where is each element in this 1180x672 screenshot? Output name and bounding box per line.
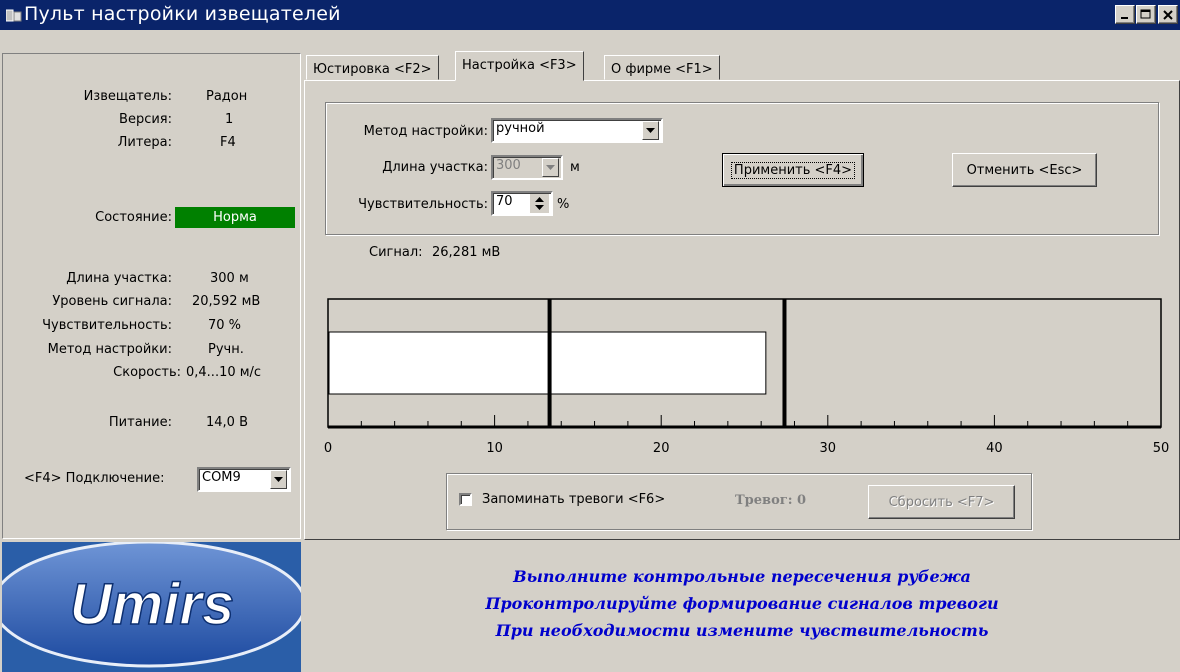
window-title: Пульт настройки извещателей — [24, 3, 341, 25]
signal-label: Сигнал: — [369, 245, 423, 260]
device-value: Радон — [206, 89, 248, 104]
instruction-line-2: Проконтролируйте формирование сигналов т… — [485, 594, 999, 613]
x-tick-label: 30 — [820, 441, 837, 456]
apply-button[interactable]: Применить <F4> — [722, 153, 864, 187]
length-select-value: 300 — [496, 158, 521, 173]
method-label: Метод настройки: — [47, 342, 172, 357]
instruction-line-3: При необходимости измените чувствительно… — [495, 621, 989, 640]
tab-settings[interactable]: Настройка <F3> — [455, 51, 584, 81]
close-icon — [1163, 9, 1173, 20]
minimize-icon — [1121, 16, 1128, 19]
maximize-icon — [1140, 9, 1151, 19]
sensitivity-value: 70 % — [208, 318, 242, 333]
alarm-count: Тревог: 0 — [735, 493, 807, 508]
maximize-button[interactable] — [1136, 5, 1156, 24]
cancel-button[interactable]: Отменить <Esc> — [952, 153, 1097, 187]
chevron-down-icon — [274, 476, 283, 482]
version-value: 1 — [225, 112, 234, 127]
signal-bar — [328, 331, 767, 395]
section-length-label: Длина участка: — [66, 271, 172, 286]
sensitivity-unit: % — [557, 197, 570, 212]
minimize-button[interactable] — [1115, 5, 1135, 24]
sensitivity-spinner-value: 70 — [496, 194, 513, 209]
method-value: Ручн. — [208, 342, 244, 357]
x-tick-label: 20 — [653, 441, 670, 456]
umirs-logo: Umirs — [2, 542, 301, 668]
device-label: Извещатель: — [83, 89, 172, 104]
power-value: 14,0 В — [206, 415, 248, 430]
logo-panel: Umirs — [2, 542, 301, 672]
section-length-value: 300 м — [210, 271, 249, 286]
length-dropdown-button[interactable] — [542, 158, 559, 177]
method-select[interactable]: ручной — [491, 118, 663, 143]
title-bar[interactable]: Пульт настройки извещателей — [0, 0, 1180, 30]
version-label: Версия: — [119, 112, 172, 127]
state-label: Состояние: — [95, 210, 172, 225]
x-tick-label: 50 — [1153, 441, 1170, 456]
length-setting-label: Длина участка: — [382, 160, 488, 175]
method-dropdown-button[interactable] — [642, 121, 659, 140]
signal-value: 26,281 мВ — [432, 245, 501, 260]
close-button[interactable] — [1158, 5, 1178, 24]
chevron-down-icon — [546, 164, 555, 170]
reset-alarms-button[interactable]: Сбросить <F7> — [868, 485, 1015, 519]
remember-alarms-label[interactable]: Запоминать тревоги <F6> — [482, 492, 665, 507]
sensitivity-setting-label: Чувствительность: — [358, 197, 488, 212]
x-tick-label: 0 — [324, 441, 332, 456]
x-tick-label: 10 — [486, 441, 503, 456]
up-down-arrows-icon — [535, 197, 544, 210]
signal-level-value: 20,592 мВ — [192, 294, 261, 309]
remember-alarms-checkbox[interactable] — [459, 493, 472, 506]
port-dropdown-button[interactable] — [270, 470, 287, 489]
instructions: Выполните контрольные пересечения рубежа… — [304, 563, 1180, 644]
litera-label: Литера: — [117, 135, 172, 150]
length-unit: м — [570, 160, 580, 175]
litera-value: F4 — [220, 135, 236, 150]
logo-text: Umirs — [70, 572, 234, 637]
connection-port-value: COM9 — [202, 470, 241, 485]
method-setting-label: Метод настройки: — [363, 124, 488, 139]
sensitivity-label: Чувствительность: — [42, 318, 172, 333]
sensitivity-spinner[interactable]: 70 — [491, 191, 553, 216]
spinner-buttons[interactable] — [530, 194, 549, 213]
instruction-line-1: Выполните контрольные пересечения рубежа — [513, 567, 971, 586]
connection-port-select[interactable]: COM9 — [197, 467, 291, 492]
method-select-value: ручной — [496, 121, 545, 136]
tab-about[interactable]: О фирме <F1> — [604, 55, 720, 80]
chevron-down-icon — [646, 127, 655, 133]
speed-value: 0,4...10 м/с — [186, 365, 262, 380]
connection-label: <F4> Подключение: — [24, 471, 165, 486]
signal-chart: 0 10 20 30 40 50 — [324, 298, 1170, 456]
app-icon — [5, 8, 22, 22]
x-tick-label: 40 — [986, 441, 1003, 456]
tab-alignment[interactable]: Юстировка <F2> — [306, 55, 439, 80]
speed-label: Скорость: — [113, 365, 181, 380]
power-label: Питание: — [108, 415, 172, 430]
signal-level-label: Уровень сигнала: — [52, 294, 172, 309]
status-badge: Норма — [175, 207, 295, 228]
length-select[interactable]: 300 — [491, 155, 563, 180]
